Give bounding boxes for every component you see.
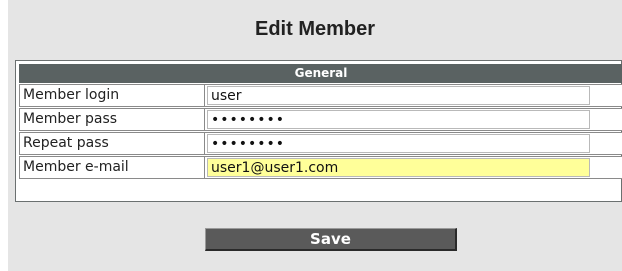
edit-member-panel: Edit Member General Member login Member … — [8, 0, 622, 271]
page-title: Edit Member — [254, 18, 376, 40]
member-email-cell — [204, 156, 622, 179]
member-login-cell — [204, 84, 622, 107]
form-row-repeat-pass: Repeat pass — [19, 132, 622, 155]
form-row-member-login: Member login — [19, 84, 622, 107]
member-login-input[interactable] — [207, 86, 590, 105]
repeat-pass-label: Repeat pass — [19, 132, 204, 155]
save-button[interactable]: Save — [205, 228, 457, 251]
form-row-member-pass: Member pass — [19, 108, 622, 131]
member-login-label: Member login — [19, 84, 204, 107]
member-email-label: Member e-mail — [19, 156, 204, 179]
member-form: General Member login Member pass Repeat … — [15, 60, 622, 202]
member-email-input[interactable] — [207, 158, 590, 177]
repeat-pass-cell — [204, 132, 622, 155]
section-header-general: General — [19, 64, 622, 83]
repeat-pass-input[interactable] — [207, 134, 590, 153]
member-pass-input[interactable] — [207, 110, 590, 129]
member-pass-cell — [204, 108, 622, 131]
member-pass-label: Member pass — [19, 108, 204, 131]
form-row-member-email: Member e-mail — [19, 156, 622, 179]
